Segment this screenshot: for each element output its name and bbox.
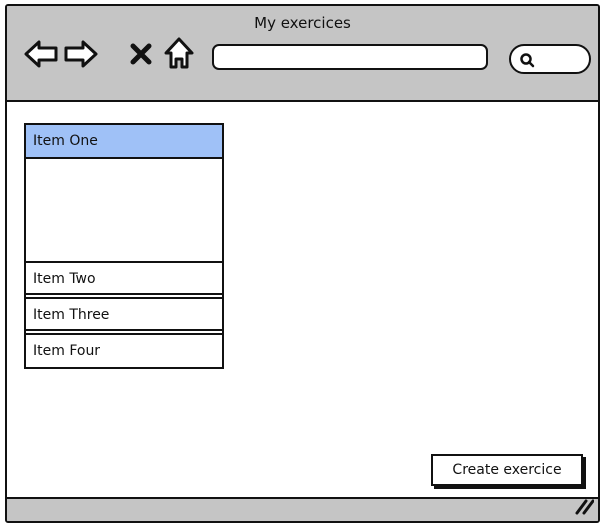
resize-grip-icon[interactable]: [574, 497, 595, 519]
list-item-label: Item Four: [33, 343, 101, 359]
back-arrow-icon[interactable]: [23, 38, 59, 70]
list-item-label: Item Three: [33, 307, 110, 323]
forward-arrow-icon[interactable]: [63, 38, 99, 70]
address-input[interactable]: [212, 44, 488, 70]
list-item-label: Item Two: [33, 271, 96, 287]
search-icon: [520, 53, 535, 68]
browser-window: My exercices Item One Item Two Item Thre…: [5, 4, 600, 523]
search-button[interactable]: [509, 44, 591, 74]
status-bar: [7, 497, 598, 521]
title-bar: My exercices: [7, 6, 598, 102]
list-item[interactable]: Item One: [26, 125, 222, 159]
list-item-label: Item One: [33, 133, 98, 149]
list-item[interactable]: Item Three: [26, 297, 222, 331]
window-title: My exercices: [254, 14, 351, 32]
close-x-icon[interactable]: [129, 42, 153, 74]
exercise-list: Item One Item Two Item Three Item Four: [24, 123, 224, 369]
home-icon[interactable]: [163, 36, 195, 69]
create-exercise-button[interactable]: Create exercice: [431, 454, 583, 486]
list-item[interactable]: Item Four: [26, 333, 222, 367]
list-item[interactable]: Item Two: [26, 261, 222, 295]
